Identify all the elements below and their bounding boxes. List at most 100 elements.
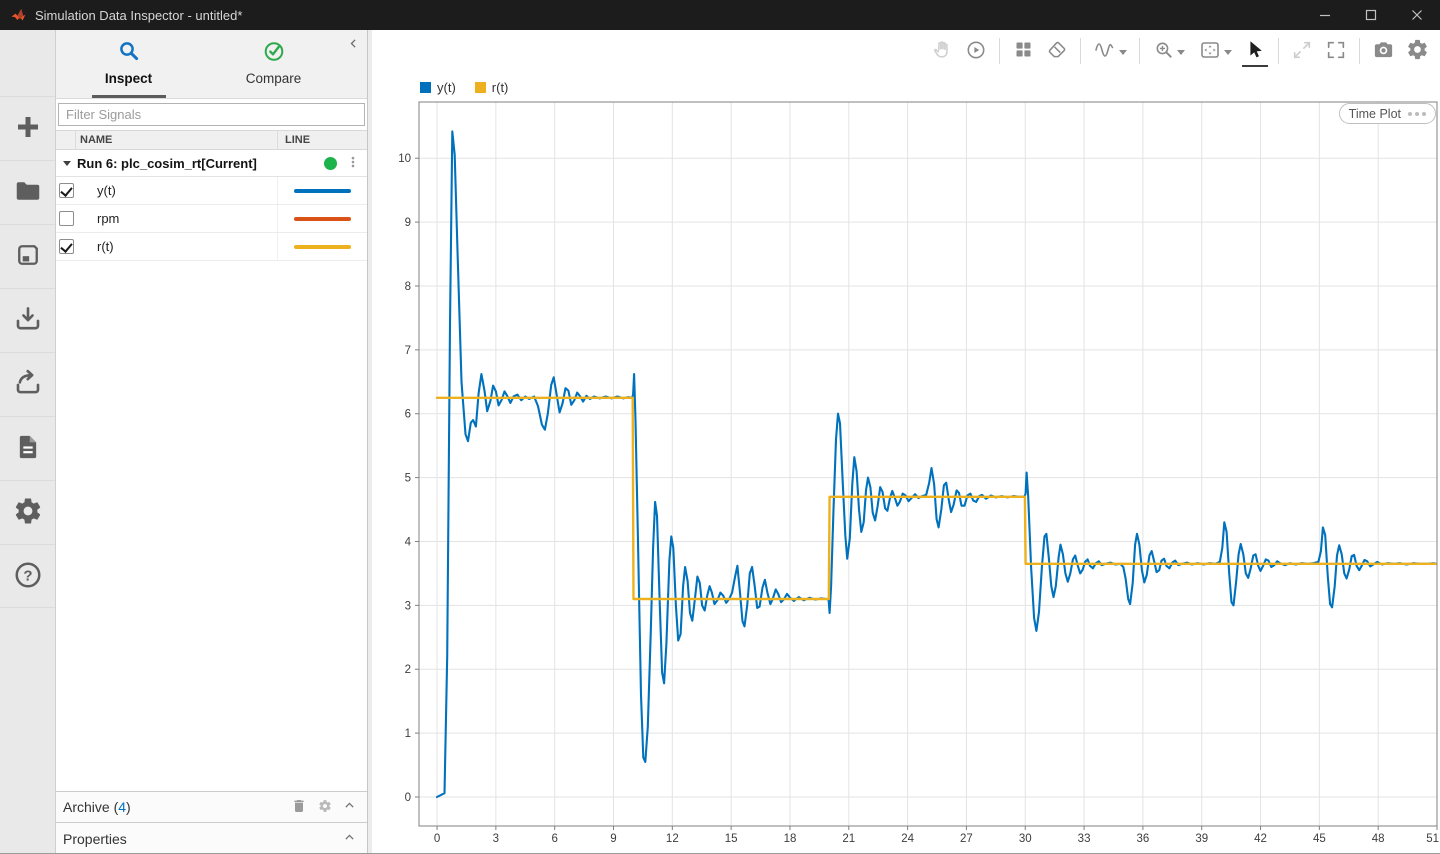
clear-plots-button[interactable] bbox=[1040, 34, 1074, 68]
open-button[interactable] bbox=[0, 160, 55, 224]
signal-list: y(t) rpmr(t) bbox=[56, 177, 367, 261]
trash-icon[interactable] bbox=[291, 798, 307, 817]
save-button[interactable] bbox=[0, 224, 55, 288]
fullscreen-button[interactable] bbox=[1319, 34, 1353, 68]
signal-line-swatch bbox=[294, 217, 351, 221]
archive-settings-gear-icon[interactable] bbox=[318, 799, 332, 816]
signal-list-empty-area bbox=[56, 261, 367, 791]
archive-count: 4 bbox=[118, 799, 126, 815]
header-name-column: NAME bbox=[76, 134, 277, 146]
signal-checkbox[interactable] bbox=[59, 211, 74, 226]
run-label: Run 6: plc_cosim_rt[Current] bbox=[77, 156, 257, 171]
svg-text:33: 33 bbox=[1078, 833, 1091, 845]
maximize-button[interactable] bbox=[1348, 0, 1394, 30]
svg-text:21: 21 bbox=[842, 833, 855, 845]
signal-checkbox[interactable] bbox=[59, 183, 74, 198]
svg-text:9: 9 bbox=[610, 833, 616, 845]
magnifier-icon bbox=[117, 39, 141, 66]
svg-text:15: 15 bbox=[725, 833, 738, 845]
svg-text:42: 42 bbox=[1254, 833, 1267, 845]
properties-collapse-chevron-icon[interactable] bbox=[343, 831, 356, 847]
svg-text:12: 12 bbox=[666, 833, 679, 845]
chart-area: 0369121518212427303336394245485101234567… bbox=[372, 72, 1440, 854]
tab-compare[interactable]: Compare bbox=[201, 30, 346, 98]
archive-section-header[interactable]: Archive (4) bbox=[56, 791, 367, 822]
minimize-button[interactable] bbox=[1302, 0, 1348, 30]
filter-row bbox=[56, 99, 367, 130]
signal-line-cell bbox=[277, 177, 367, 204]
svg-text:3: 3 bbox=[405, 600, 411, 612]
signal-checkbox-cell bbox=[56, 183, 76, 198]
toolbar-divider bbox=[1278, 38, 1279, 64]
kebab-menu-icon[interactable] bbox=[346, 154, 360, 173]
legend-item: y(t) bbox=[420, 80, 456, 95]
svg-text:8: 8 bbox=[405, 281, 411, 293]
signal-table-header: NAME LINE bbox=[56, 130, 367, 150]
legend-label: y(t) bbox=[437, 80, 456, 95]
badge-menu-dots-icon bbox=[1408, 112, 1426, 116]
matlab-logo-icon bbox=[10, 7, 27, 23]
left-toolbar: ? bbox=[0, 30, 56, 854]
svg-text:18: 18 bbox=[784, 833, 797, 845]
properties-section-header[interactable]: Properties bbox=[56, 822, 367, 854]
toolbar-divider bbox=[1359, 38, 1360, 64]
plot-settings-button[interactable] bbox=[1400, 34, 1434, 68]
folder-icon bbox=[13, 176, 43, 209]
signal-name: y(t) bbox=[76, 183, 277, 198]
panel-tab-bar: Inspect Compare bbox=[56, 30, 367, 99]
signal-row[interactable]: r(t) bbox=[56, 233, 367, 261]
svg-text:24: 24 bbox=[901, 833, 914, 845]
archive-label: Archive (4) bbox=[60, 799, 131, 815]
filter-signals-input[interactable] bbox=[58, 103, 365, 126]
svg-text:7: 7 bbox=[405, 345, 411, 357]
signal-checkbox[interactable] bbox=[59, 239, 74, 254]
tab-inspect[interactable]: Inspect bbox=[56, 30, 201, 98]
export-button[interactable] bbox=[0, 352, 55, 416]
run-group-row[interactable]: Run 6: plc_cosim_rt[Current] bbox=[56, 150, 367, 177]
legend-item: r(t) bbox=[475, 80, 509, 95]
import-button[interactable] bbox=[0, 288, 55, 352]
fit-to-view-button[interactable] bbox=[1192, 34, 1238, 68]
subplot-layout-button[interactable] bbox=[1006, 34, 1040, 68]
snapshot-button[interactable] bbox=[1366, 34, 1400, 68]
signal-line-cell bbox=[277, 233, 367, 260]
chevron-down-icon bbox=[1224, 44, 1232, 59]
signal-row[interactable]: rpm bbox=[56, 205, 367, 233]
svg-text:48: 48 bbox=[1372, 833, 1385, 845]
time-plot-badge[interactable]: Time Plot bbox=[1339, 103, 1436, 124]
replay-button[interactable] bbox=[959, 34, 993, 68]
help-button[interactable]: ? bbox=[0, 544, 55, 608]
settings-gear-icon bbox=[1406, 38, 1429, 64]
report-icon bbox=[14, 433, 42, 464]
export-icon bbox=[13, 368, 43, 401]
legend-swatch bbox=[420, 82, 431, 93]
report-button[interactable] bbox=[0, 416, 55, 480]
archive-collapse-chevron-icon[interactable] bbox=[343, 799, 356, 815]
chevron-down-icon bbox=[1119, 44, 1127, 59]
select-cursor-button[interactable] bbox=[1238, 34, 1272, 68]
signal-checkbox-cell bbox=[56, 211, 76, 226]
signal-display-button[interactable] bbox=[1087, 34, 1133, 68]
svg-text:30: 30 bbox=[1019, 833, 1032, 845]
tab-compare-label: Compare bbox=[246, 71, 302, 86]
collapse-panel-button[interactable] bbox=[344, 36, 362, 54]
svg-text:27: 27 bbox=[960, 833, 973, 845]
hand-icon bbox=[931, 39, 953, 64]
toolbar-divider bbox=[1139, 38, 1140, 64]
header-checkbox-column bbox=[56, 131, 76, 149]
pan-hand-button[interactable] bbox=[925, 34, 959, 68]
signal-row[interactable]: y(t) bbox=[56, 177, 367, 205]
svg-text:36: 36 bbox=[1136, 833, 1149, 845]
preferences-button[interactable] bbox=[0, 480, 55, 544]
expand-plot-button[interactable] bbox=[1285, 34, 1319, 68]
add-button[interactable] bbox=[0, 96, 55, 160]
zoom-button[interactable] bbox=[1146, 34, 1192, 68]
close-button[interactable] bbox=[1394, 0, 1440, 30]
svg-text:5: 5 bbox=[405, 473, 411, 485]
eraser-icon bbox=[1046, 39, 1068, 64]
fit-to-view-icon bbox=[1198, 38, 1222, 65]
svg-text:1: 1 bbox=[405, 728, 411, 740]
check-circle-icon bbox=[262, 39, 286, 66]
time-plot-canvas[interactable]: 0369121518212427303336394245485101234567… bbox=[372, 72, 1440, 854]
svg-text:4: 4 bbox=[405, 536, 412, 548]
